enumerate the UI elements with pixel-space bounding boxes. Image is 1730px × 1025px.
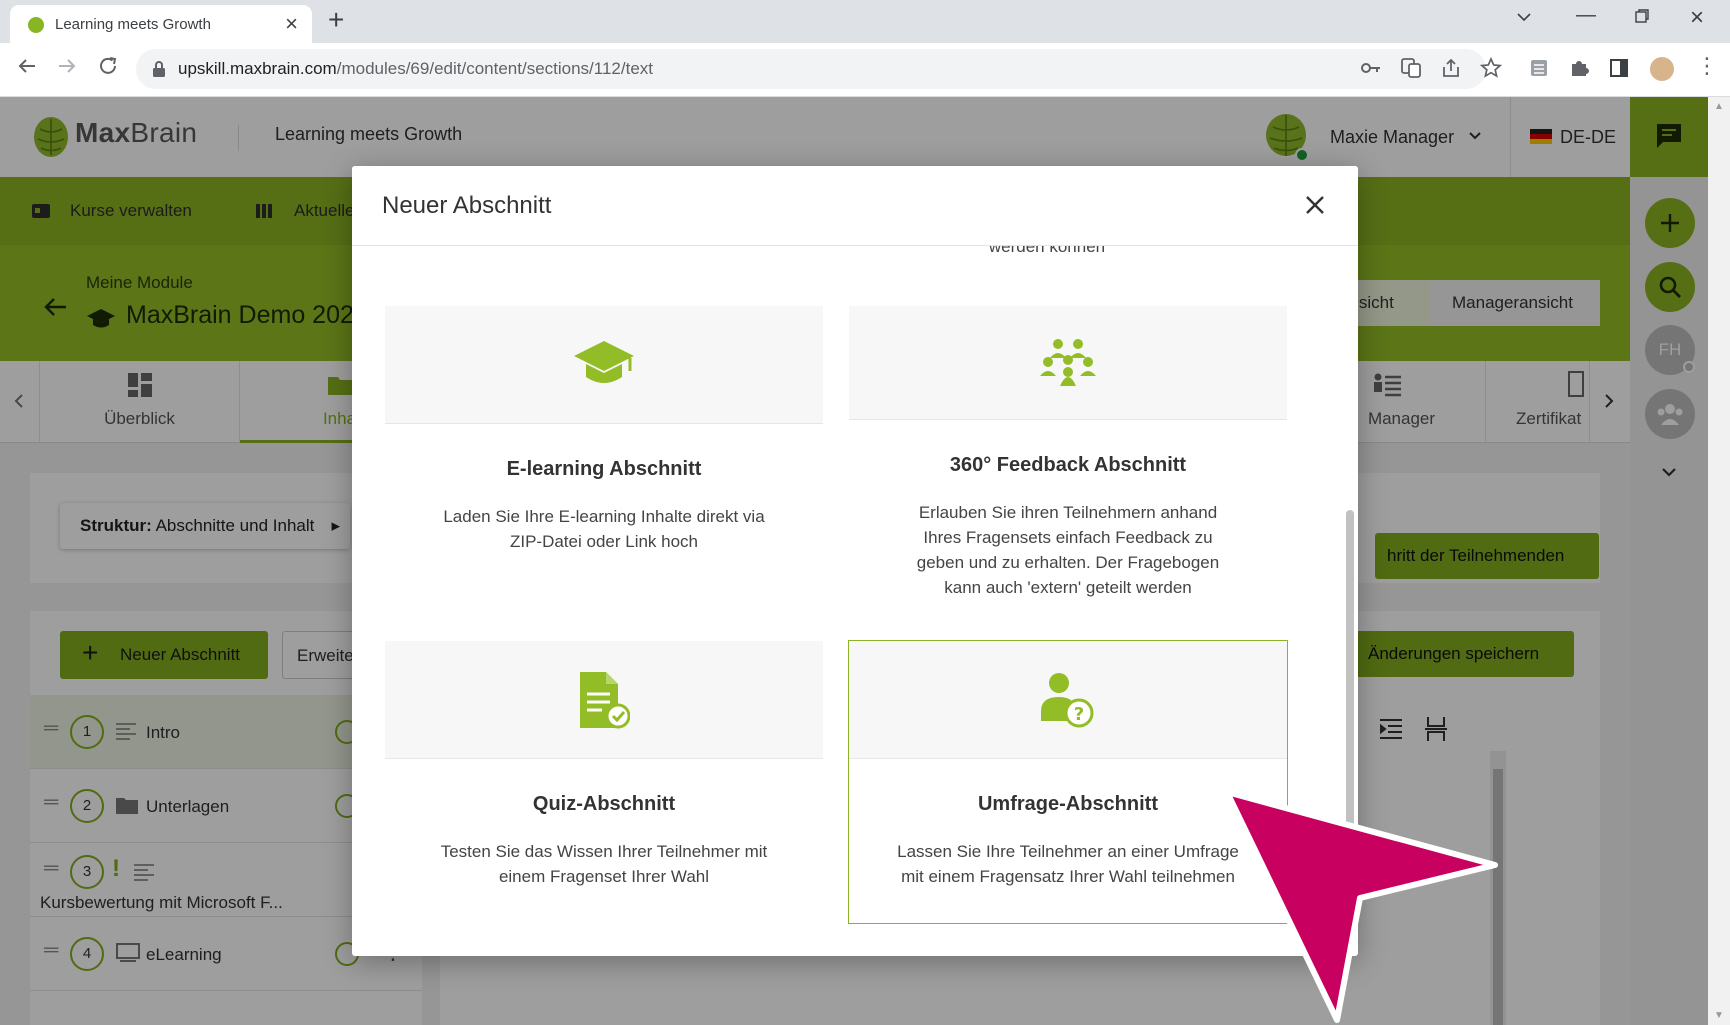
previous-card-text: werden können	[988, 246, 1106, 256]
bookmark-star-icon[interactable]	[1480, 57, 1502, 79]
dialog-body: werden können E-learning Abschnitt Laden…	[352, 246, 1358, 956]
browser-menu-icon[interactable]: ⋮	[1696, 53, 1718, 79]
card-elearning-section[interactable]: E-learning Abschnitt Laden Sie Ihre E-le…	[385, 306, 823, 588]
browser-tab-bar: Learning meets Growth × + — ×	[0, 0, 1730, 43]
close-icon[interactable]	[1300, 190, 1330, 220]
new-tab-button[interactable]: +	[328, 4, 344, 36]
graduation-cap-icon	[574, 340, 634, 383]
favicon-icon	[28, 17, 44, 33]
close-window-icon[interactable]: ×	[1690, 4, 1704, 32]
reload-icon[interactable]	[97, 55, 119, 77]
profile-avatar[interactable]	[1648, 55, 1676, 83]
card-description: Lassen Sie Ihre Teilnehmer an einer Umfr…	[897, 842, 1239, 886]
address-url: upskill.maxbrain.com/modules/69/edit/con…	[178, 59, 654, 78]
card-icon-area	[385, 641, 823, 759]
card-title: 360° Feedback Abschnitt	[949, 454, 1187, 476]
card-360-feedback-section[interactable]: 360° Feedback Abschnitt Erlauben Sie ihr…	[849, 306, 1287, 597]
address-bar[interactable]: upskill.maxbrain.com/modules/69/edit/con…	[136, 49, 1486, 89]
card-description: Testen Sie das Wissen Ihrer Teilnehmer m…	[440, 842, 768, 886]
svg-text:?: ?	[1074, 704, 1084, 725]
extensions-puzzle-icon[interactable]	[1568, 57, 1590, 79]
translate-icon[interactable]	[1400, 57, 1422, 79]
share-icon[interactable]	[1440, 57, 1462, 79]
card-description: Erlauben Sie ihren Teilnehmern anhand Ih…	[916, 503, 1220, 597]
new-section-dialog: Neuer Abschnitt werden können E-learning…	[352, 166, 1358, 956]
card-title: Umfrage-Abschnitt	[977, 793, 1158, 815]
card-icon-area	[385, 306, 823, 424]
group-icon	[1040, 338, 1096, 386]
card-title: E-learning Abschnitt	[506, 458, 702, 480]
key-icon[interactable]	[1360, 57, 1382, 79]
card-icon-area: ?	[849, 641, 1287, 759]
minimize-icon[interactable]: —	[1576, 4, 1596, 27]
extension-stack-icon[interactable]	[1528, 57, 1550, 79]
card-survey-section[interactable]: ? Umfrage-Abschnitt Lassen Sie Ihre Teil…	[848, 640, 1288, 924]
card-description: Laden Sie Ihre E-learning Inhalte direkt…	[443, 507, 765, 551]
page-scrollbar[interactable]: ▲ ▼	[1708, 97, 1730, 1025]
survey-person-icon: ?	[1041, 672, 1094, 727]
tab-search-icon[interactable]	[1515, 8, 1533, 26]
browser-tab[interactable]: Learning meets Growth ×	[10, 5, 312, 43]
dialog-title: Neuer Abschnitt	[382, 192, 552, 219]
lock-icon	[152, 60, 166, 78]
restore-icon[interactable]	[1634, 8, 1650, 24]
quiz-document-icon	[580, 671, 630, 728]
dialog-header: Neuer Abschnitt	[352, 166, 1358, 246]
browser-tab-title: Learning meets Growth	[55, 16, 211, 33]
pointer-arrow-icon	[1225, 790, 1505, 1025]
browser-toolbar: upskill.maxbrain.com/modules/69/edit/con…	[0, 43, 1730, 97]
card-title: Quiz-Abschnitt	[532, 793, 676, 815]
close-tab-icon[interactable]: ×	[285, 11, 298, 37]
card-quiz-section[interactable]: Quiz-Abschnitt Testen Sie das Wissen Ihr…	[385, 641, 823, 923]
forward-icon[interactable]	[56, 55, 78, 77]
back-icon[interactable]	[16, 55, 38, 77]
card-icon-area	[849, 306, 1287, 420]
side-panel-icon[interactable]	[1608, 57, 1630, 79]
